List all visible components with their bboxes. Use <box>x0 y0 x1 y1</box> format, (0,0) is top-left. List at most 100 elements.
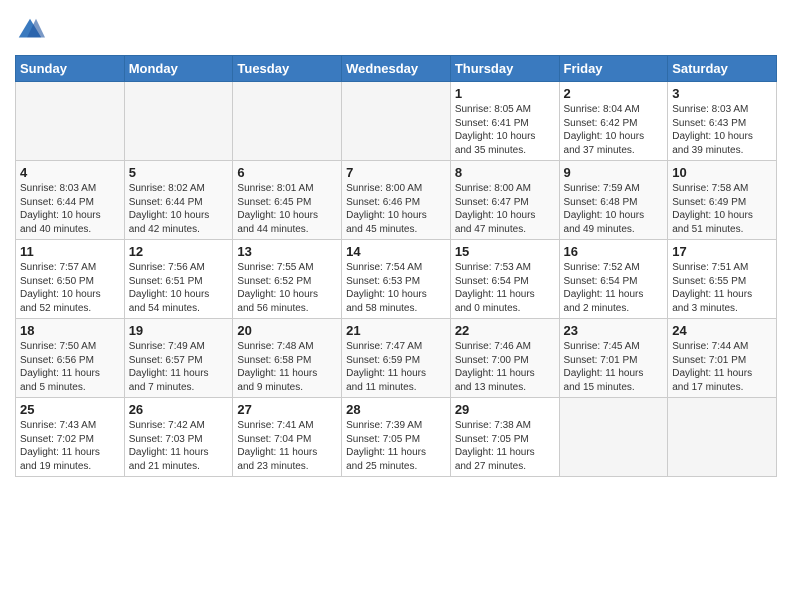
day-info: Sunrise: 7:47 AM Sunset: 6:59 PM Dayligh… <box>346 340 446 394</box>
calendar-cell: 21 Sunrise: 7:47 AM Sunset: 6:59 PM Dayli… <box>342 319 451 398</box>
calendar-cell: 25Sunrise: 7:43 AM Sunset: 7:02 PM Dayli… <box>16 398 125 477</box>
page: SundayMondayTuesdayWednesdayThursdayFrid… <box>0 0 792 612</box>
day-number: 15 <box>455 244 555 259</box>
calendar-cell: 19 Sunrise: 7:49 AM Sunset: 6:57 PM Dayli… <box>124 319 233 398</box>
day-number: 22 <box>455 323 555 338</box>
day-number: 3 <box>672 86 772 101</box>
calendar-cell: 5 Sunrise: 8:02 AM Sunset: 6:44 PM Daylig… <box>124 161 233 240</box>
calendar-cell: 11 Sunrise: 7:57 AM Sunset: 6:50 PM Dayli… <box>16 240 125 319</box>
weekday-friday: Friday <box>559 56 668 82</box>
day-info: Sunrise: 7:59 AM Sunset: 6:48 PM Dayligh… <box>564 182 664 236</box>
day-number: 2 <box>564 86 664 101</box>
day-number: 26 <box>129 402 229 417</box>
calendar-cell: 7 Sunrise: 8:00 AM Sunset: 6:46 PM Daylig… <box>342 161 451 240</box>
day-number: 11 <box>20 244 120 259</box>
day-info: Sunrise: 7:38 AM Sunset: 7:05 PM Dayligh… <box>455 419 555 473</box>
day-info: Sunrise: 7:53 AM Sunset: 6:54 PM Dayligh… <box>455 261 555 315</box>
day-number: 21 <box>346 323 446 338</box>
day-info: Sunrise: 8:02 AM Sunset: 6:44 PM Dayligh… <box>129 182 229 236</box>
day-number: 25 <box>20 402 120 417</box>
calendar-cell: 29 Sunrise: 7:38 AM Sunset: 7:05 PM Dayli… <box>450 398 559 477</box>
logo <box>15 15 49 45</box>
day-number: 8 <box>455 165 555 180</box>
calendar-cell: 22 Sunrise: 7:46 AM Sunset: 7:00 PM Dayli… <box>450 319 559 398</box>
calendar-cell <box>559 398 668 477</box>
weekday-sunday: Sunday <box>16 56 125 82</box>
calendar-cell: 8 Sunrise: 8:00 AM Sunset: 6:47 PM Daylig… <box>450 161 559 240</box>
day-number: 16 <box>564 244 664 259</box>
calendar-cell: 2 Sunrise: 8:04 AM Sunset: 6:42 PM Daylig… <box>559 82 668 161</box>
calendar-cell <box>342 82 451 161</box>
calendar-cell: 20 Sunrise: 7:48 AM Sunset: 6:58 PM Dayli… <box>233 319 342 398</box>
week-row-3: 11 Sunrise: 7:57 AM Sunset: 6:50 PM Dayli… <box>16 240 777 319</box>
day-number: 27 <box>237 402 337 417</box>
day-info: Sunrise: 7:58 AM Sunset: 6:49 PM Dayligh… <box>672 182 772 236</box>
day-number: 13 <box>237 244 337 259</box>
day-number: 29 <box>455 402 555 417</box>
day-info: Sunrise: 7:46 AM Sunset: 7:00 PM Dayligh… <box>455 340 555 394</box>
weekday-wednesday: Wednesday <box>342 56 451 82</box>
day-number: 5 <box>129 165 229 180</box>
calendar-cell: 28 Sunrise: 7:39 AM Sunset: 7:05 PM Dayli… <box>342 398 451 477</box>
calendar-cell <box>233 82 342 161</box>
calendar-cell: 6 Sunrise: 8:01 AM Sunset: 6:45 PM Daylig… <box>233 161 342 240</box>
weekday-monday: Monday <box>124 56 233 82</box>
weekday-thursday: Thursday <box>450 56 559 82</box>
day-number: 14 <box>346 244 446 259</box>
weekday-header-row: SundayMondayTuesdayWednesdayThursdayFrid… <box>16 56 777 82</box>
day-info: Sunrise: 7:54 AM Sunset: 6:53 PM Dayligh… <box>346 261 446 315</box>
calendar-cell: 10 Sunrise: 7:58 AM Sunset: 6:49 PM Dayli… <box>668 161 777 240</box>
day-number: 19 <box>129 323 229 338</box>
calendar-cell: 15 Sunrise: 7:53 AM Sunset: 6:54 PM Dayli… <box>450 240 559 319</box>
calendar-cell: 18 Sunrise: 7:50 AM Sunset: 6:56 PM Dayli… <box>16 319 125 398</box>
week-row-4: 18 Sunrise: 7:50 AM Sunset: 6:56 PM Dayli… <box>16 319 777 398</box>
calendar-cell: 14 Sunrise: 7:54 AM Sunset: 6:53 PM Dayli… <box>342 240 451 319</box>
weekday-tuesday: Tuesday <box>233 56 342 82</box>
day-number: 18 <box>20 323 120 338</box>
day-info: Sunrise: 8:00 AM Sunset: 6:46 PM Dayligh… <box>346 182 446 236</box>
day-number: 28 <box>346 402 446 417</box>
day-number: 9 <box>564 165 664 180</box>
day-number: 7 <box>346 165 446 180</box>
day-number: 1 <box>455 86 555 101</box>
day-info: Sunrise: 7:41 AM Sunset: 7:04 PM Dayligh… <box>237 419 337 473</box>
day-info: Sunrise: 7:49 AM Sunset: 6:57 PM Dayligh… <box>129 340 229 394</box>
day-number: 10 <box>672 165 772 180</box>
calendar-cell: 9 Sunrise: 7:59 AM Sunset: 6:48 PM Daylig… <box>559 161 668 240</box>
calendar-cell: 23Sunrise: 7:45 AM Sunset: 7:01 PM Dayli… <box>559 319 668 398</box>
day-number: 6 <box>237 165 337 180</box>
day-info: Sunrise: 8:03 AM Sunset: 6:43 PM Dayligh… <box>672 103 772 157</box>
day-number: 12 <box>129 244 229 259</box>
day-info: Sunrise: 7:48 AM Sunset: 6:58 PM Dayligh… <box>237 340 337 394</box>
calendar-cell: 4 Sunrise: 8:03 AM Sunset: 6:44 PM Daylig… <box>16 161 125 240</box>
calendar-cell: 12 Sunrise: 7:56 AM Sunset: 6:51 PM Dayli… <box>124 240 233 319</box>
calendar-cell: 26 Sunrise: 7:42 AM Sunset: 7:03 PM Dayli… <box>124 398 233 477</box>
calendar-cell: 27 Sunrise: 7:41 AM Sunset: 7:04 PM Dayli… <box>233 398 342 477</box>
calendar-cell <box>668 398 777 477</box>
day-info: Sunrise: 8:03 AM Sunset: 6:44 PM Dayligh… <box>20 182 120 236</box>
day-number: 20 <box>237 323 337 338</box>
day-number: 17 <box>672 244 772 259</box>
day-info: Sunrise: 8:01 AM Sunset: 6:45 PM Dayligh… <box>237 182 337 236</box>
day-info: Sunrise: 7:42 AM Sunset: 7:03 PM Dayligh… <box>129 419 229 473</box>
day-number: 23 <box>564 323 664 338</box>
day-info: Sunrise: 7:50 AM Sunset: 6:56 PM Dayligh… <box>20 340 120 394</box>
day-info: Sunrise: 7:52 AM Sunset: 6:54 PM Dayligh… <box>564 261 664 315</box>
day-info: Sunrise: 7:39 AM Sunset: 7:05 PM Dayligh… <box>346 419 446 473</box>
week-row-5: 25Sunrise: 7:43 AM Sunset: 7:02 PM Dayli… <box>16 398 777 477</box>
calendar-cell: 13Sunrise: 7:55 AM Sunset: 6:52 PM Dayli… <box>233 240 342 319</box>
day-number: 4 <box>20 165 120 180</box>
calendar-table: SundayMondayTuesdayWednesdayThursdayFrid… <box>15 55 777 477</box>
calendar-cell: 1Sunrise: 8:05 AM Sunset: 6:41 PM Daylig… <box>450 82 559 161</box>
header <box>15 15 777 45</box>
week-row-1: 1Sunrise: 8:05 AM Sunset: 6:41 PM Daylig… <box>16 82 777 161</box>
day-info: Sunrise: 8:04 AM Sunset: 6:42 PM Dayligh… <box>564 103 664 157</box>
logo-icon <box>15 15 45 45</box>
day-info: Sunrise: 7:44 AM Sunset: 7:01 PM Dayligh… <box>672 340 772 394</box>
day-info: Sunrise: 7:51 AM Sunset: 6:55 PM Dayligh… <box>672 261 772 315</box>
weekday-saturday: Saturday <box>668 56 777 82</box>
day-info: Sunrise: 8:00 AM Sunset: 6:47 PM Dayligh… <box>455 182 555 236</box>
day-info: Sunrise: 7:57 AM Sunset: 6:50 PM Dayligh… <box>20 261 120 315</box>
day-info: Sunrise: 7:56 AM Sunset: 6:51 PM Dayligh… <box>129 261 229 315</box>
week-row-2: 4 Sunrise: 8:03 AM Sunset: 6:44 PM Daylig… <box>16 161 777 240</box>
